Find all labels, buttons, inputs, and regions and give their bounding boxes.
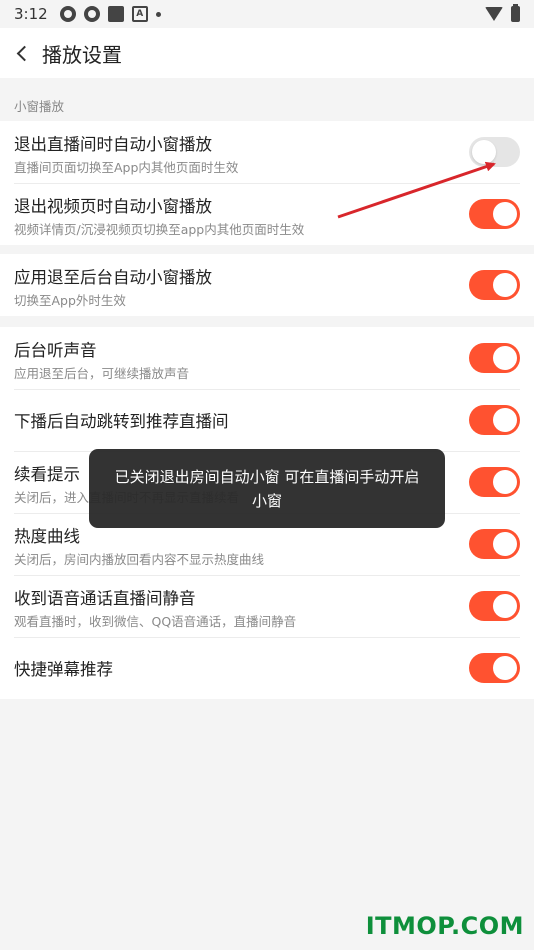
setting-toggle[interactable] bbox=[469, 653, 520, 683]
watermark-logo: ITMOP.COM bbox=[365, 912, 524, 940]
setting-title: 后台听声音 bbox=[14, 341, 97, 360]
setting-row: 快捷弹幕推荐 bbox=[0, 637, 534, 699]
page-title: 播放设置 bbox=[42, 42, 122, 67]
setting-toggle[interactable] bbox=[469, 343, 520, 373]
settings-group-mini-window: 退出直播间时自动小窗播放直播间页面切换至App内其他页面时生效退出视频页时自动小… bbox=[0, 121, 534, 245]
setting-subtitle: 视频详情页/沉浸视频页切换至app内其他页面时生效 bbox=[14, 222, 305, 237]
section-label-mini-window: 小窗播放 bbox=[14, 99, 65, 114]
setting-row: 下播后自动跳转到推荐直播间 bbox=[0, 389, 534, 451]
setting-toggle[interactable] bbox=[469, 405, 520, 435]
setting-row: 应用退至后台自动小窗播放切换至App外时生效 bbox=[0, 254, 534, 316]
toggle-knob bbox=[493, 273, 517, 297]
setting-row: 退出视频页时自动小窗播放视频详情页/沉浸视频页切换至app内其他页面时生效 bbox=[0, 183, 534, 245]
setting-row: 后台听声音应用退至后台，可继续播放声音 bbox=[0, 327, 534, 389]
toggle-knob bbox=[472, 140, 496, 164]
setting-title: 快捷弹幕推荐 bbox=[14, 660, 113, 679]
setting-title: 退出直播间时自动小窗播放 bbox=[14, 135, 212, 154]
status-time: 3:12 bbox=[14, 5, 48, 23]
setting-toggle[interactable] bbox=[469, 467, 520, 497]
setting-row: 收到语音通话直播间静音观看直播时，收到微信、QQ语音通话，直播间静音 bbox=[0, 575, 534, 637]
setting-title: 收到语音通话直播间静音 bbox=[14, 589, 196, 608]
status-bar: 3:12 A bbox=[0, 0, 534, 28]
chevron-left-icon bbox=[16, 45, 32, 61]
font-notification-icon: A bbox=[131, 6, 148, 22]
system-icons bbox=[485, 4, 520, 22]
setting-subtitle: 切换至App外时生效 bbox=[14, 293, 126, 308]
toggle-knob bbox=[493, 532, 517, 556]
toast-message: 已关闭退出房间自动小窗 可在直播间手动开启 小窗 bbox=[89, 449, 445, 528]
setting-title: 退出视频页时自动小窗播放 bbox=[14, 197, 212, 216]
setting-toggle[interactable] bbox=[469, 591, 520, 621]
setting-title: 续看提示 bbox=[14, 465, 80, 484]
notification-icons: A bbox=[59, 6, 161, 22]
app-notification-icon bbox=[59, 6, 76, 22]
toggle-knob bbox=[493, 470, 517, 494]
toggle-knob bbox=[493, 408, 517, 432]
toast-line-2: 小窗 bbox=[251, 492, 282, 510]
toggle-knob bbox=[493, 656, 517, 680]
setting-subtitle: 直播间页面切换至App内其他页面时生效 bbox=[14, 160, 239, 175]
more-notifications-dot-icon bbox=[155, 11, 161, 17]
toggle-knob bbox=[493, 202, 517, 226]
setting-toggle[interactable] bbox=[469, 199, 520, 229]
settings-group-background-mini-window: 应用退至后台自动小窗播放切换至App外时生效 bbox=[0, 254, 534, 316]
setting-toggle[interactable] bbox=[469, 270, 520, 300]
back-button[interactable] bbox=[0, 28, 42, 78]
image-notification-icon bbox=[107, 6, 124, 22]
setting-toggle[interactable] bbox=[469, 529, 520, 559]
toggle-knob bbox=[493, 346, 517, 370]
wifi-icon bbox=[485, 7, 503, 21]
setting-title: 热度曲线 bbox=[14, 527, 80, 546]
toggle-knob bbox=[493, 594, 517, 618]
setting-subtitle: 关闭后，房间内播放回看内容不显示热度曲线 bbox=[14, 552, 265, 567]
app-notification-icon bbox=[83, 6, 100, 22]
setting-subtitle: 观看直播时，收到微信、QQ语音通话，直播间静音 bbox=[14, 614, 297, 629]
setting-subtitle: 应用退至后台，可继续播放声音 bbox=[14, 366, 190, 381]
setting-title: 应用退至后台自动小窗播放 bbox=[14, 268, 212, 287]
battery-icon bbox=[511, 4, 520, 22]
setting-row: 退出直播间时自动小窗播放直播间页面切换至App内其他页面时生效 bbox=[0, 121, 534, 183]
app-header: 播放设置 bbox=[0, 28, 534, 78]
setting-title: 下播后自动跳转到推荐直播间 bbox=[14, 412, 229, 431]
toast-line-1: 已关闭退出房间自动小窗 可在直播间手动开启 bbox=[114, 468, 420, 486]
setting-toggle[interactable] bbox=[469, 137, 520, 167]
